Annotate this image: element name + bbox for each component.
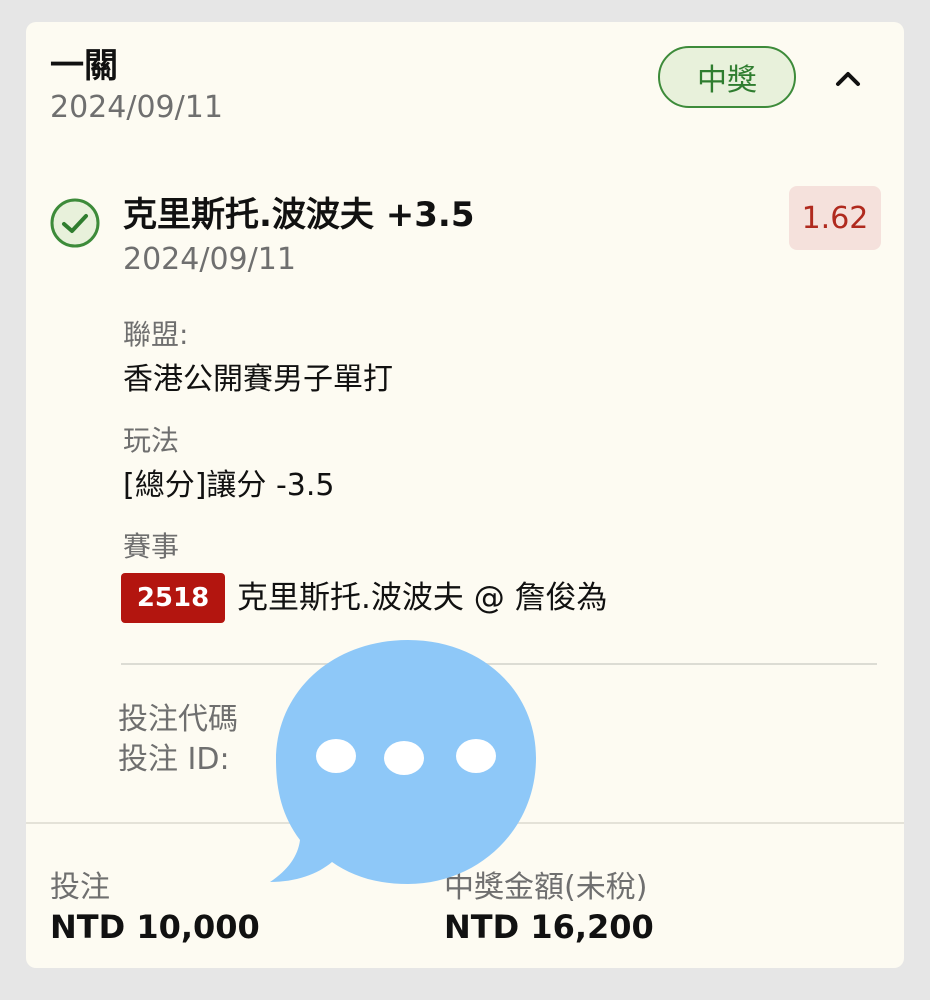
bet-id-label: 投注 ID: — [118, 742, 230, 777]
selection-title: 克里斯托.波波夫 +3.5 — [123, 195, 475, 235]
chevron-up-icon — [836, 72, 860, 86]
bet-date: 2024/09/11 — [50, 90, 223, 125]
status-badge: 中獎 — [658, 46, 796, 108]
odds-badge: 1.62 — [789, 186, 881, 250]
league-value: 香港公開賽男子單打 — [123, 362, 393, 397]
bet-code-label: 投注代碼 — [118, 702, 238, 737]
check-circle-icon — [50, 198, 100, 248]
stake-label: 投注 — [50, 870, 110, 905]
selection-date: 2024/09/11 — [123, 242, 296, 277]
stake-value: NTD 10,000 — [50, 908, 260, 946]
event-id-badge: 2518 — [121, 573, 225, 623]
league-label: 聯盟: — [123, 318, 189, 351]
play-label: 玩法 — [123, 424, 180, 457]
play-value: [總分]讓分 -3.5 — [123, 468, 335, 503]
bet-card: 一關 2024/09/11 中獎 克里斯托.波波夫 +3.5 2024/09/1… — [26, 22, 904, 968]
event-name: 克里斯托.波波夫 @ 詹俊為 — [237, 580, 608, 616]
collapse-button[interactable] — [828, 60, 868, 96]
bet-type-title: 一關 — [50, 46, 118, 86]
payout-value: NTD 16,200 — [444, 908, 654, 946]
chat-bubble-icon — [268, 634, 544, 898]
event-label: 賽事 — [123, 530, 180, 563]
